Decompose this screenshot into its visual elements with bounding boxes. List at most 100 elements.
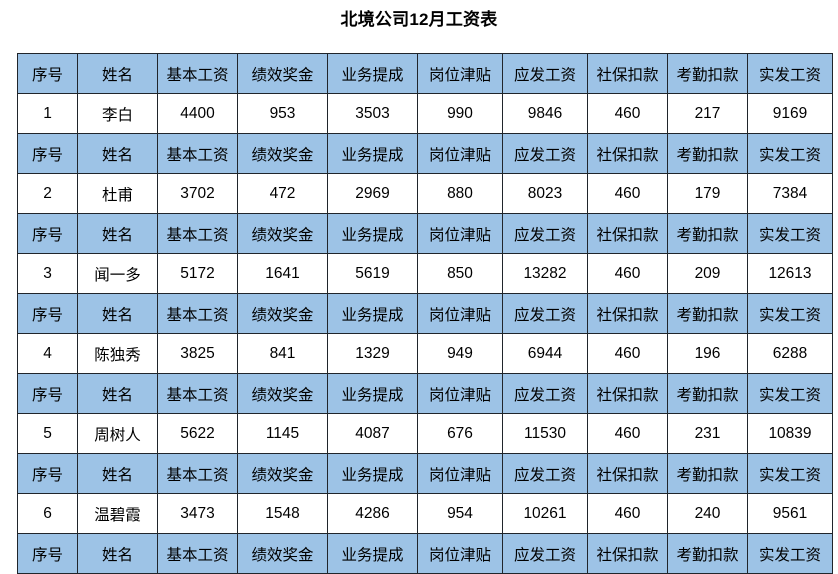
table-header-row: 序号 姓名 基本工资 绩效奖金 业务提成 岗位津贴 应发工资 社保扣款 考勤扣款 实发工资 [17,293,833,334]
column-header-5: 岗位津贴 [417,293,503,334]
column-header-0: 序号 [17,53,78,94]
cell-社保扣款: 460 [587,93,668,134]
column-header-1: 姓名 [77,373,158,414]
column-header-2: 基本工资 [157,213,238,254]
cell-基本工资: 3473 [157,493,238,534]
cell-考勤扣款: 179 [667,173,748,214]
column-header-1: 姓名 [77,133,158,174]
table-header-row: 序号 姓名 基本工资 绩效奖金 业务提成 岗位津贴 应发工资 社保扣款 考勤扣款 实发工资 [17,213,833,254]
cell-姓名: 陈独秀 [77,333,158,374]
column-header-8: 考勤扣款 [667,373,748,414]
cell-业务提成: 1329 [327,333,418,374]
table-header-row: 序号 姓名 基本工资 绩效奖金 业务提成 岗位津贴 应发工资 社保扣款 考勤扣款 实发工资 [17,53,833,94]
cell-绩效奖金: 1641 [237,253,328,294]
column-header-9: 实发工资 [747,133,833,174]
cell-序号: 3 [17,253,78,294]
cell-绩效奖金: 472 [237,173,328,214]
column-header-2: 基本工资 [157,293,238,334]
cell-基本工资: 5622 [157,413,238,454]
cell-岗位津贴: 949 [417,333,503,374]
column-header-3: 绩效奖金 [237,53,328,94]
table-row: 5 周树人 5622 1145 4087 676 11530 460 231 10839 [17,413,833,454]
salary-table-body: 序号 姓名 基本工资 绩效奖金 业务提成 岗位津贴 应发工资 社保扣款 考勤扣款 实发工资 1 李白 4… [17,53,833,574]
cell-岗位津贴: 850 [417,253,503,294]
cell-岗位津贴: 990 [417,93,503,134]
column-header-4: 业务提成 [327,373,418,414]
column-header-0: 序号 [17,453,78,494]
cell-社保扣款: 460 [587,173,668,214]
table-header-row: 序号 姓名 基本工资 绩效奖金 业务提成 岗位津贴 应发工资 社保扣款 考勤扣款 实发工资 [17,373,833,414]
cell-姓名: 李白 [77,93,158,134]
column-header-7: 社保扣款 [587,293,668,334]
column-header-3: 绩效奖金 [237,453,328,494]
column-header-3: 绩效奖金 [237,373,328,414]
column-header-4: 业务提成 [327,453,418,494]
cell-序号: 6 [17,493,78,534]
column-header-4: 业务提成 [327,533,418,574]
column-header-6: 应发工资 [502,133,588,174]
cell-社保扣款: 460 [587,253,668,294]
table-row: 1 李白 4400 953 3503 990 9846 460 217 9169 [17,93,833,134]
column-header-6: 应发工资 [502,533,588,574]
salary-sheet-page: 北境公司12月工资表 序号 姓名 基本工资 绩效奖金 业务提成 岗位津贴 应发工资 社保扣款考… [0,0,838,574]
cell-岗位津贴: 880 [417,173,503,214]
cell-应发工资: 10261 [502,493,588,534]
cell-姓名: 闻一多 [77,253,158,294]
column-header-4: 业务提成 [327,213,418,254]
column-header-9: 实发工资 [747,53,833,94]
cell-岗位津贴: 676 [417,413,503,454]
column-header-0: 序号 [17,293,78,334]
column-header-6: 应发工资 [502,293,588,334]
column-header-6: 应发工资 [502,453,588,494]
cell-应发工资: 8023 [502,173,588,214]
cell-实发工资: 12613 [747,253,833,294]
cell-序号: 5 [17,413,78,454]
column-header-7: 社保扣款 [587,373,668,414]
cell-岗位津贴: 954 [417,493,503,534]
cell-考勤扣款: 231 [667,413,748,454]
column-header-2: 基本工资 [157,453,238,494]
column-header-0: 序号 [17,133,78,174]
salary-table: 序号 姓名 基本工资 绩效奖金 业务提成 岗位津贴 应发工资 社保扣款 考勤扣款 实发工资 1 李白 4… [17,53,833,574]
table-row: 4 陈独秀 3825 841 1329 949 6944 460 196 6288 [17,333,833,374]
cell-序号: 4 [17,333,78,374]
column-header-3: 绩效奖金 [237,213,328,254]
table-row: 2 杜甫 3702 472 2969 880 8023 460 179 7384 [17,173,833,214]
column-header-7: 社保扣款 [587,453,668,494]
column-header-7: 社保扣款 [587,53,668,94]
cell-应发工资: 13282 [502,253,588,294]
cell-基本工资: 5172 [157,253,238,294]
cell-实发工资: 6288 [747,333,833,374]
column-header-8: 考勤扣款 [667,293,748,334]
cell-业务提成: 4087 [327,413,418,454]
cell-业务提成: 5619 [327,253,418,294]
cell-基本工资: 4400 [157,93,238,134]
column-header-9: 实发工资 [747,213,833,254]
column-header-7: 社保扣款 [587,533,668,574]
column-header-9: 实发工资 [747,453,833,494]
cell-业务提成: 3503 [327,93,418,134]
column-header-2: 基本工资 [157,373,238,414]
column-header-6: 应发工资 [502,53,588,94]
table-header-row: 序号 姓名 基本工资 绩效奖金 业务提成 岗位津贴 应发工资 社保扣款 考勤扣款 实发工资 [17,453,833,494]
table-row: 6 温碧霞 3473 1548 4286 954 10261 460 240 9561 [17,493,833,534]
column-header-2: 基本工资 [157,533,238,574]
cell-姓名: 温碧霞 [77,493,158,534]
cell-考勤扣款: 240 [667,493,748,534]
cell-绩效奖金: 841 [237,333,328,374]
cell-绩效奖金: 1548 [237,493,328,534]
column-header-0: 序号 [17,213,78,254]
column-header-0: 序号 [17,533,78,574]
cell-基本工资: 3702 [157,173,238,214]
cell-实发工资: 9561 [747,493,833,534]
cell-绩效奖金: 1145 [237,413,328,454]
cell-应发工资: 11530 [502,413,588,454]
salary-table-container: 序号 姓名 基本工资 绩效奖金 业务提成 岗位津贴 应发工资 社保扣款 考勤扣款 实发工资 1 李白 4… [17,53,833,574]
cell-社保扣款: 460 [587,413,668,454]
cell-基本工资: 3825 [157,333,238,374]
column-header-5: 岗位津贴 [417,53,503,94]
cell-社保扣款: 460 [587,493,668,534]
column-header-5: 岗位津贴 [417,133,503,174]
column-header-8: 考勤扣款 [667,213,748,254]
table-header-row: 序号 姓名 基本工资 绩效奖金 业务提成 岗位津贴 应发工资 社保扣款 考勤扣款 实发工资 [17,133,833,174]
